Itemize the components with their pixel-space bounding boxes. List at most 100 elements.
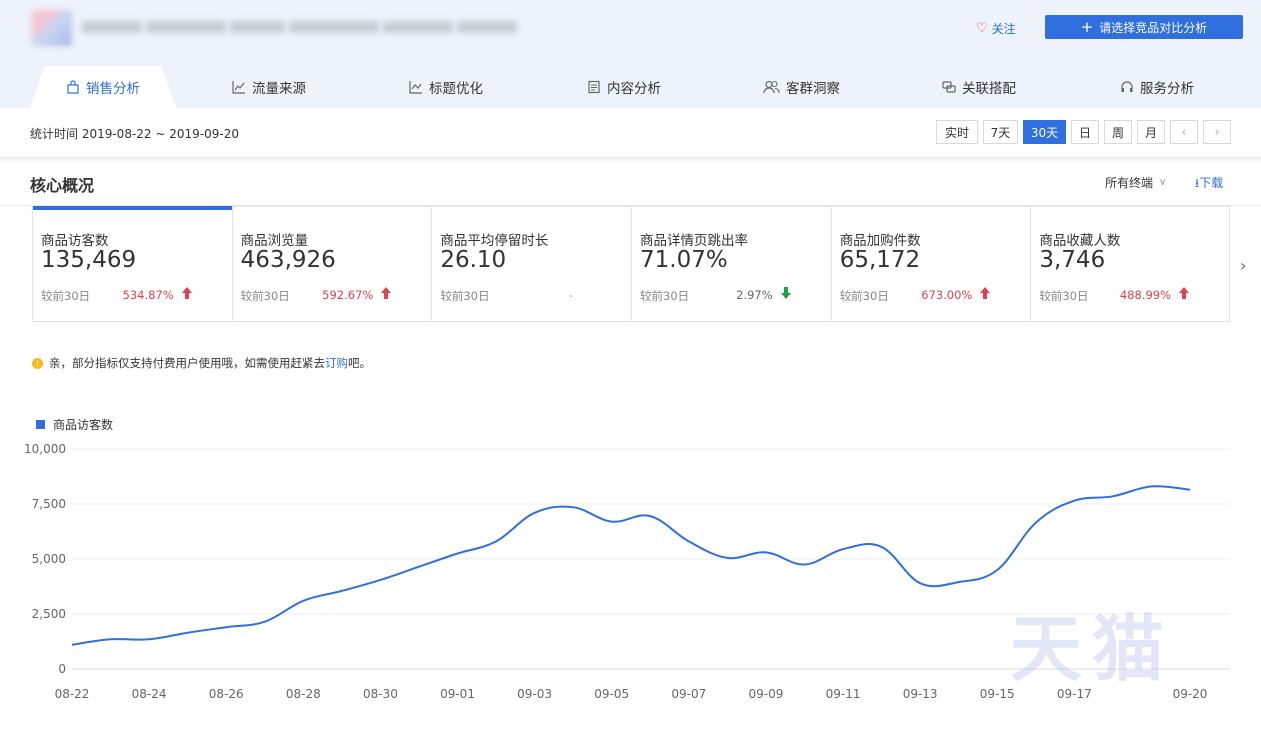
x-tick-label: 09-01 bbox=[440, 687, 475, 701]
data-point[interactable] bbox=[1110, 493, 1116, 499]
x-tick-label: 08-22 bbox=[55, 687, 90, 701]
tab-related-matching[interactable]: 关联搭配 bbox=[942, 66, 1016, 108]
data-point[interactable] bbox=[377, 577, 383, 583]
product-thumbnail bbox=[32, 10, 72, 46]
y-tick-label: 2,500 bbox=[32, 607, 66, 621]
data-point[interactable] bbox=[724, 555, 730, 561]
x-tick-label: 09-07 bbox=[671, 687, 706, 701]
data-point[interactable] bbox=[570, 504, 576, 510]
data-point[interactable] bbox=[339, 588, 345, 594]
range-week-button[interactable]: 周 bbox=[1104, 120, 1132, 144]
headset-icon bbox=[1121, 81, 1133, 92]
metric-card[interactable]: 商品浏览量 463,926 较前30日 592.67% bbox=[233, 207, 433, 321]
metric-card[interactable]: 商品收藏人数 3,746 较前30日 488.99% bbox=[1031, 207, 1229, 321]
data-point[interactable] bbox=[493, 538, 499, 544]
tab-sales-analysis[interactable]: 销售分析 bbox=[30, 66, 176, 108]
data-point[interactable] bbox=[994, 567, 1000, 573]
overview-header: 核心概况 所有终端 ∨ ⭳下载 bbox=[0, 160, 1261, 206]
data-point[interactable] bbox=[416, 564, 422, 570]
chevron-down-icon: ∨ bbox=[1159, 177, 1167, 188]
data-point[interactable] bbox=[801, 562, 807, 568]
x-tick-label: 08-26 bbox=[209, 687, 244, 701]
tab-service-analysis[interactable]: 服务分析 bbox=[1120, 66, 1194, 108]
metric-change: 2.97% bbox=[736, 288, 773, 302]
metric-card[interactable]: 商品详情页跳出率 71.07% 较前30日 2.97% bbox=[632, 207, 832, 321]
metric-value: 65,172 bbox=[839, 247, 921, 273]
metric-label: 商品详情页跳出率 bbox=[640, 233, 749, 249]
data-point[interactable] bbox=[532, 510, 538, 516]
tmall-watermark: 天猫 bbox=[1010, 606, 1175, 691]
tab-audience-insight[interactable]: 客群洞察 bbox=[763, 66, 840, 108]
metric-value: 71.07% bbox=[640, 247, 728, 273]
tab-content-analysis[interactable]: 内容分析 bbox=[587, 66, 661, 108]
y-tick-label: 5,000 bbox=[32, 552, 66, 566]
data-point[interactable] bbox=[300, 598, 306, 604]
data-point[interactable] bbox=[455, 551, 461, 557]
paid-notice: ! 亲，部分指标仅支持付费用户使用哦，如需使用赶紧去订购吧。 bbox=[32, 355, 371, 371]
data-point[interactable] bbox=[609, 519, 615, 525]
metric-label: 商品浏览量 bbox=[240, 233, 309, 249]
metric-change: - bbox=[568, 288, 574, 302]
data-point[interactable] bbox=[763, 549, 769, 555]
range-7days-button[interactable]: 7天 bbox=[983, 120, 1018, 144]
tab-label: 流量来源 bbox=[252, 81, 306, 97]
metric-card[interactable]: 商品访客数 135,469 较前30日 534.87% bbox=[33, 206, 233, 321]
next-period-button[interactable]: › bbox=[1203, 120, 1231, 144]
range-day-button[interactable]: 日 bbox=[1071, 120, 1099, 144]
data-point[interactable] bbox=[1187, 487, 1193, 493]
tab-title-optimization[interactable]: 标题优化 bbox=[409, 66, 483, 108]
data-point[interactable] bbox=[69, 642, 75, 648]
subscribe-link[interactable]: 订购 bbox=[325, 356, 348, 370]
data-point[interactable] bbox=[647, 513, 653, 519]
x-tick-label: 09-05 bbox=[594, 687, 629, 701]
data-point[interactable] bbox=[917, 580, 923, 586]
tab-label: 关联搭配 bbox=[962, 81, 1016, 97]
data-point[interactable] bbox=[879, 544, 885, 550]
tab-label: 内容分析 bbox=[607, 81, 661, 97]
range-30days-button[interactable]: 30天 bbox=[1023, 120, 1066, 144]
data-point[interactable] bbox=[956, 579, 962, 585]
bag-icon bbox=[67, 80, 79, 94]
x-tick-label: 08-28 bbox=[286, 687, 321, 701]
x-tick-label: 09-09 bbox=[748, 687, 783, 701]
data-point[interactable] bbox=[146, 636, 152, 642]
legend-label: 商品访客数 bbox=[53, 418, 114, 432]
data-point[interactable] bbox=[1071, 498, 1077, 504]
chevron-right-icon: › bbox=[1214, 125, 1220, 139]
follow-label: 关注 bbox=[991, 22, 1016, 36]
terminal-select[interactable]: 所有终端 ∨ bbox=[1105, 174, 1166, 191]
prev-period-button[interactable]: ‹ bbox=[1170, 120, 1198, 144]
line-chart-icon bbox=[232, 81, 245, 94]
data-point[interactable] bbox=[840, 546, 846, 552]
data-point[interactable] bbox=[1033, 520, 1039, 526]
download-button[interactable]: ⭳下载 bbox=[1195, 174, 1223, 195]
plus-icon: + bbox=[1080, 18, 1094, 36]
range-month-button[interactable]: 月 bbox=[1137, 120, 1165, 144]
users-icon bbox=[763, 80, 780, 94]
follow-button[interactable]: ♡ 关注 bbox=[976, 20, 1016, 37]
data-point[interactable] bbox=[262, 619, 268, 625]
warning-icon: ! bbox=[32, 357, 43, 369]
chart-legend[interactable]: 商品访客数 bbox=[36, 416, 113, 433]
data-point[interactable] bbox=[1148, 483, 1154, 489]
compare-competitor-button[interactable]: + 请选择竞品对比分析 bbox=[1045, 15, 1243, 39]
range-realtime-button[interactable]: 实时 bbox=[936, 120, 978, 144]
data-point[interactable] bbox=[108, 636, 114, 642]
data-point[interactable] bbox=[185, 630, 191, 636]
metric-compare-label: 较前30日 bbox=[41, 289, 91, 303]
metric-value: 463,926 bbox=[240, 247, 336, 273]
data-point[interactable] bbox=[223, 624, 229, 630]
document-icon bbox=[588, 80, 600, 94]
y-tick-label: 7,500 bbox=[32, 497, 66, 511]
data-point[interactable] bbox=[686, 538, 692, 544]
metric-card[interactable]: 商品平均停留时长 26.10 较前30日 - bbox=[432, 207, 633, 321]
y-tick-label: 0 bbox=[58, 662, 66, 676]
chevron-right-icon[interactable]: › bbox=[1240, 256, 1246, 275]
x-tick-label: 08-24 bbox=[132, 687, 167, 701]
tab-traffic-source[interactable]: 流量来源 bbox=[232, 66, 306, 108]
metric-card[interactable]: 商品加购件数 65,172 较前30日 673.00% bbox=[832, 207, 1032, 321]
x-tick-label: 09-20 bbox=[1173, 687, 1208, 701]
tab-label: 服务分析 bbox=[1140, 81, 1194, 97]
tab-label: 标题优化 bbox=[429, 81, 483, 97]
x-tick-label: 08-30 bbox=[363, 687, 398, 701]
